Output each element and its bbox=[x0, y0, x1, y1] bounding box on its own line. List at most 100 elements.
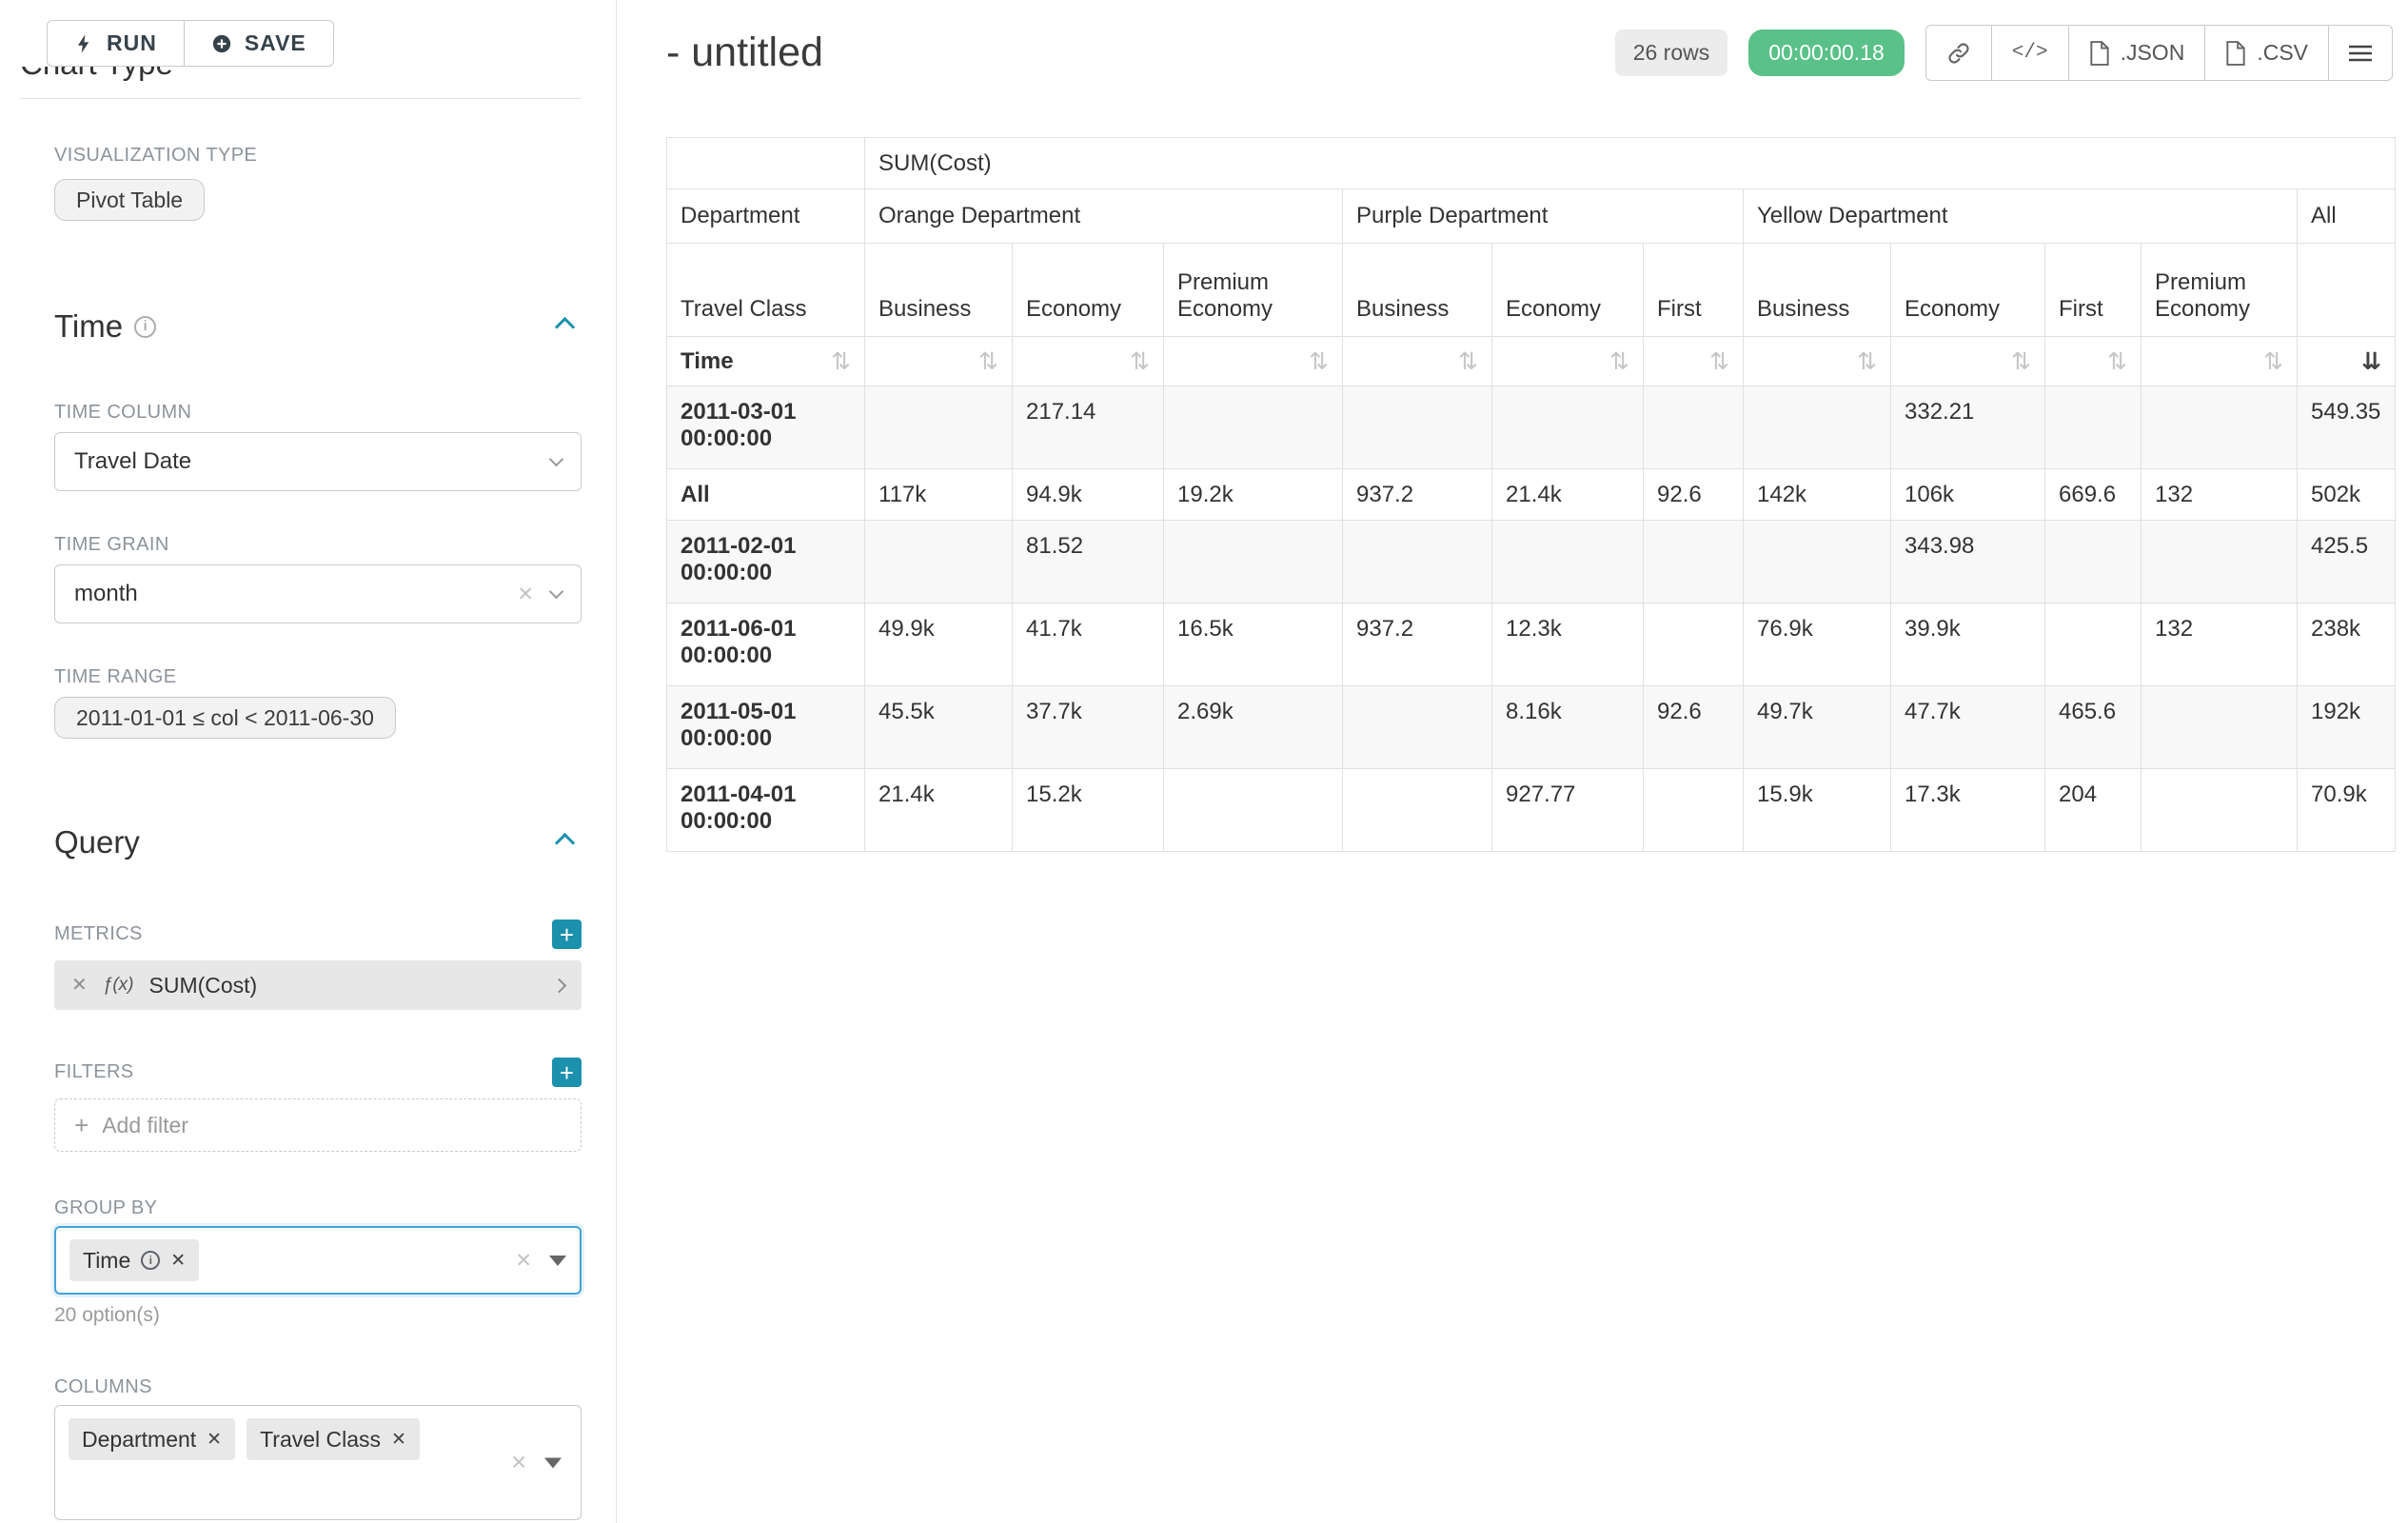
group-by-chip[interactable]: Time i ✕ bbox=[69, 1239, 199, 1281]
chevron-right-icon[interactable] bbox=[552, 978, 567, 993]
sort-icon[interactable]: ⇅ bbox=[2107, 349, 2127, 373]
value-cell bbox=[1343, 521, 1492, 603]
all-subcolumn-cell bbox=[2298, 244, 2396, 337]
columns-chip[interactable]: Travel Class ✕ bbox=[247, 1418, 420, 1460]
sort-icon-active[interactable]: ⇊ bbox=[2361, 349, 2381, 373]
clear-icon[interactable]: ✕ bbox=[510, 1453, 527, 1473]
value-cell: 2.69k bbox=[1164, 686, 1343, 769]
columns-label: COLUMNS bbox=[54, 1376, 582, 1398]
add-metric-button[interactable]: + bbox=[552, 920, 582, 949]
columns-chip-label: Department bbox=[82, 1427, 196, 1453]
sort-header-cell: ⇅ bbox=[1891, 337, 2045, 386]
value-cell: 8.16k bbox=[1492, 686, 1644, 769]
plus-icon: + bbox=[560, 922, 574, 947]
query-timer-badge: 00:00:00.18 bbox=[1748, 30, 1905, 76]
value-cell: 217.14 bbox=[1013, 386, 1164, 469]
sort-icon[interactable]: ⇅ bbox=[1609, 349, 1629, 373]
columns-select[interactable]: Department ✕ Travel Class ✕ ✕ bbox=[54, 1405, 582, 1520]
remove-chip-icon[interactable]: ✕ bbox=[207, 1431, 222, 1449]
group-by-chip-label: Time bbox=[83, 1248, 130, 1274]
fx-icon: ƒ(x) bbox=[103, 975, 134, 996]
collapse-chevron-icon[interactable] bbox=[555, 53, 575, 73]
value-cell: 37.7k bbox=[1013, 686, 1164, 769]
add-filter-button[interactable]: + Add filter bbox=[54, 1098, 582, 1152]
value-cell bbox=[1744, 386, 1891, 469]
column-info-icon: i bbox=[141, 1251, 160, 1270]
sort-header-cell: ⇅ bbox=[865, 337, 1013, 386]
time-range-pill[interactable]: 2011-01-01 ≤ col < 2011-06-30 bbox=[54, 697, 396, 739]
sort-header-cell: ⇅ bbox=[1644, 337, 1744, 386]
copy-link-button[interactable] bbox=[1925, 25, 1992, 81]
value-cell: 12.3k bbox=[1492, 603, 1644, 686]
visualization-type-pill[interactable]: Pivot Table bbox=[54, 179, 205, 221]
time-column-select[interactable]: Travel Date bbox=[54, 432, 582, 491]
total-cell: 425.5 bbox=[2298, 521, 2396, 603]
value-cell: 669.6 bbox=[2045, 469, 2142, 521]
travel-class-header: Economy bbox=[1492, 244, 1644, 337]
visualization-type-label: VISUALIZATION TYPE bbox=[54, 145, 582, 167]
sort-icon[interactable]: ⇅ bbox=[1130, 349, 1150, 373]
result-controls: 26 rows 00:00:00.18 </> bbox=[1615, 25, 2393, 81]
control-panel-scroll[interactable]: Chart Type VISUALIZATION TYPE Pivot Tabl… bbox=[0, 0, 616, 1523]
file-icon bbox=[2225, 41, 2246, 66]
sort-icon[interactable]: ⇅ bbox=[2263, 349, 2283, 373]
file-icon bbox=[2089, 41, 2110, 66]
export-json-button[interactable]: .JSON bbox=[2068, 25, 2206, 81]
value-cell: 39.9k bbox=[1891, 603, 2045, 686]
value-cell: 117k bbox=[865, 469, 1013, 521]
query-section-heading: Query bbox=[54, 821, 582, 864]
export-csv-button[interactable]: .CSV bbox=[2204, 25, 2329, 81]
sub-column-dimension-label: Travel Class bbox=[667, 244, 865, 337]
add-filter-plus-button[interactable]: + bbox=[552, 1058, 582, 1087]
value-cell bbox=[1164, 386, 1343, 469]
value-cell: 132 bbox=[2142, 469, 2298, 521]
travel-class-header: First bbox=[1644, 244, 1744, 337]
row-label-cell: 2011-04-01 00:00:00 bbox=[667, 769, 865, 852]
sort-icon[interactable]: ⇅ bbox=[2011, 349, 2031, 373]
value-cell bbox=[1644, 521, 1744, 603]
save-button-label: SAVE bbox=[245, 30, 306, 56]
sort-icon[interactable]: ⇅ bbox=[1458, 349, 1478, 373]
collapse-chevron-icon[interactable] bbox=[555, 832, 575, 852]
total-cell: 70.9k bbox=[2298, 769, 2396, 852]
row-label-cell: 2011-03-01 00:00:00 bbox=[667, 386, 865, 469]
result-panel: - untitled 26 rows 00:00:00.18 </> bbox=[618, 0, 2408, 1523]
value-cell bbox=[1343, 686, 1492, 769]
circle-plus-icon bbox=[211, 33, 232, 54]
value-cell: 937.2 bbox=[1343, 603, 1492, 686]
clear-icon[interactable]: ✕ bbox=[515, 1251, 532, 1271]
travel-class-header: Economy bbox=[1891, 244, 2045, 337]
remove-metric-icon[interactable]: ✕ bbox=[71, 976, 88, 995]
sort-icon[interactable]: ⇅ bbox=[1857, 349, 1877, 373]
sort-icon[interactable]: ⇅ bbox=[978, 349, 998, 373]
value-cell bbox=[2045, 386, 2142, 469]
remove-chip-icon[interactable]: ✕ bbox=[170, 1252, 186, 1270]
save-button[interactable]: SAVE bbox=[184, 20, 334, 67]
value-cell: 204 bbox=[2045, 769, 2142, 852]
clear-icon[interactable]: ✕ bbox=[517, 584, 534, 604]
sort-icon[interactable]: ⇅ bbox=[1709, 349, 1729, 373]
menu-button[interactable] bbox=[2328, 25, 2393, 81]
sort-icon[interactable]: ⇅ bbox=[1309, 349, 1329, 373]
sort-icon[interactable]: ⇅ bbox=[831, 349, 851, 373]
collapse-chevron-icon[interactable] bbox=[555, 316, 575, 336]
columns-chip[interactable]: Department ✕ bbox=[69, 1418, 235, 1460]
value-cell bbox=[1492, 521, 1644, 603]
travel-class-header: Business bbox=[1343, 244, 1492, 337]
remove-chip-icon[interactable]: ✕ bbox=[391, 1431, 406, 1449]
time-column-value: Travel Date bbox=[74, 448, 191, 475]
query-heading-label: Query bbox=[54, 821, 140, 864]
time-grain-select[interactable]: month ✕ bbox=[54, 564, 582, 623]
column-group-header: Purple Department bbox=[1343, 189, 1744, 244]
link-icon bbox=[1946, 41, 1971, 66]
info-icon: i bbox=[134, 316, 156, 338]
value-cell bbox=[1164, 521, 1343, 603]
view-query-button[interactable]: </> bbox=[1991, 25, 2069, 81]
value-cell bbox=[1644, 603, 1744, 686]
run-button[interactable]: RUN bbox=[47, 20, 185, 67]
group-by-select[interactable]: Time i ✕ ✕ bbox=[54, 1226, 582, 1295]
value-cell: 17.3k bbox=[1891, 769, 2045, 852]
sort-header-cell: ⇅ bbox=[2045, 337, 2142, 386]
value-cell bbox=[865, 386, 1013, 469]
metric-chip[interactable]: ✕ ƒ(x) SUM(Cost) bbox=[54, 960, 582, 1010]
